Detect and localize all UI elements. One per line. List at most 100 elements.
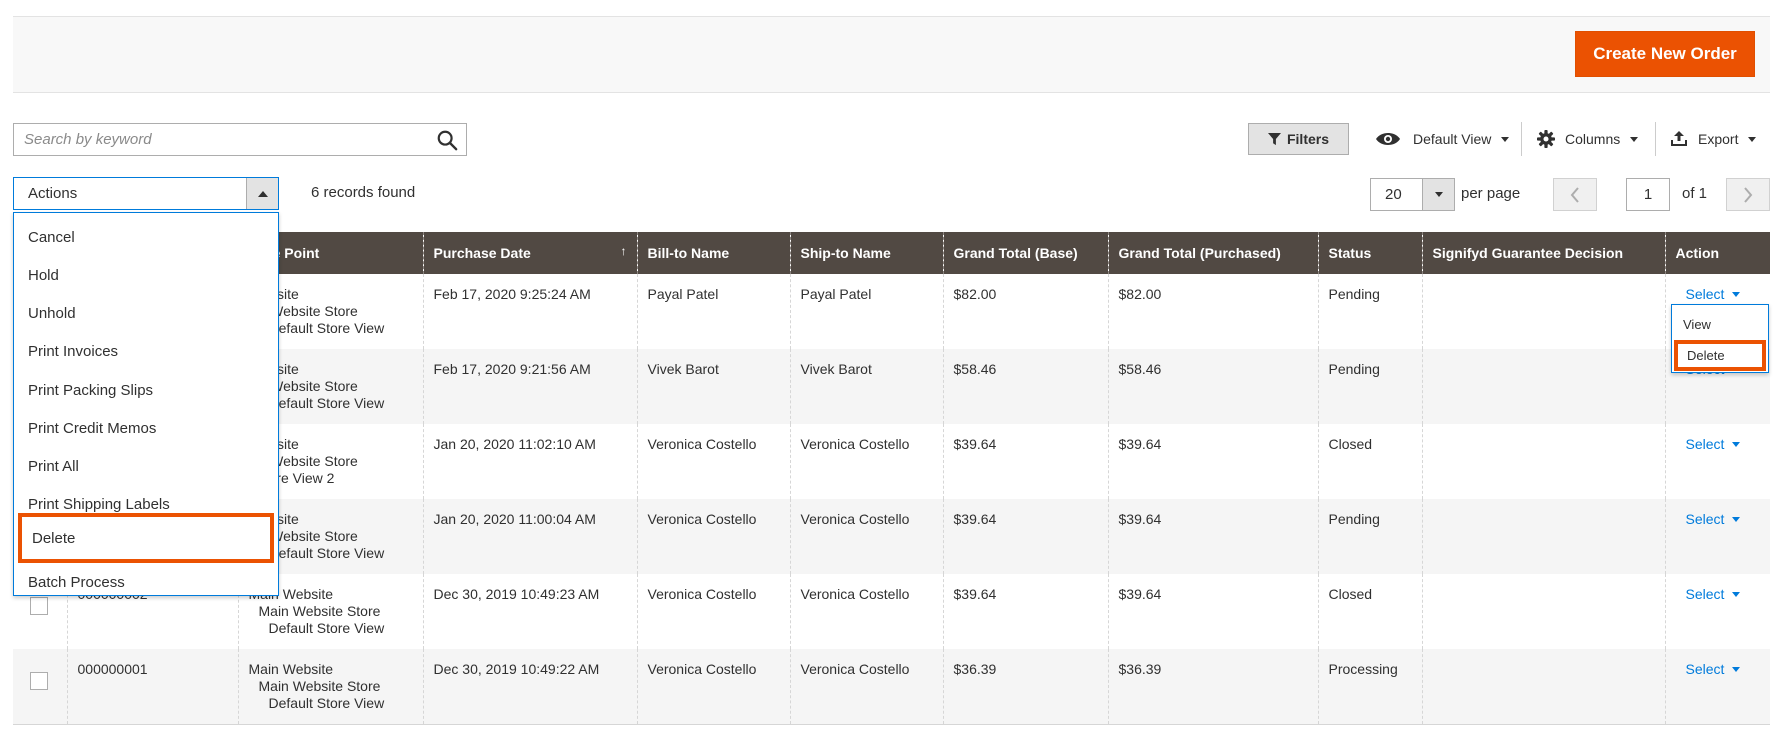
cell-action: Select (1664, 499, 1770, 574)
table-row[interactable]: 000000001 Main Website Main Website Store D… (13, 649, 1770, 725)
row-select-label: Select (1685, 586, 1725, 602)
purchase-point-view: Default Store View (268, 620, 385, 636)
eye-icon (1376, 133, 1400, 145)
mass-action-batch-process[interactable]: Batch Process (14, 563, 278, 601)
total-pages-label: of 1 (1682, 185, 1708, 202)
chevron-up-icon (257, 190, 268, 197)
row-action-view[interactable]: View (1672, 309, 1768, 339)
next-page-button[interactable] (1726, 178, 1770, 211)
cell-bill-to-name: Veronica Costello (636, 574, 790, 649)
row-checkbox[interactable] (30, 672, 48, 690)
cell-bill-to-name: Veronica Costello (636, 649, 790, 725)
page-actions-bar (13, 16, 1770, 93)
cell-signifyd (1421, 424, 1665, 499)
row-select-label: Select (1685, 286, 1725, 302)
chevron-right-icon (1744, 186, 1753, 203)
mass-action-unhold[interactable]: Unhold (14, 294, 278, 332)
column-header-purchase-date[interactable]: Purchase Date ↑ (422, 232, 637, 274)
toolbar-divider (1521, 122, 1522, 156)
search-box (13, 123, 467, 156)
row-select-action[interactable]: Select (1686, 586, 1741, 603)
search-input[interactable] (24, 124, 424, 155)
per-page-toggle[interactable] (1422, 179, 1454, 210)
mass-actions-menu: Cancel Hold Unhold Print Invoices Print Pack… (13, 212, 279, 596)
cell-grand-total-base: $58.46 (942, 349, 1108, 424)
column-header-ship-to-name[interactable]: Ship-to Name (789, 232, 943, 274)
sort-ascending-icon: ↑ (620, 244, 627, 258)
purchase-date-label: Purchase Date (433, 245, 531, 261)
mass-action-cancel[interactable]: Cancel (14, 218, 278, 256)
column-header-signifyd[interactable]: Signifyd Guarantee Decision (1421, 232, 1665, 274)
view-label: Default View (1413, 131, 1492, 147)
row-checkbox-cell (13, 649, 67, 725)
cell-ship-to-name: Veronica Costello (789, 424, 943, 499)
chevron-left-icon (1570, 186, 1579, 203)
cell-status: Pending (1317, 499, 1422, 574)
cell-bill-to-name: Veronica Costello (636, 424, 790, 499)
chevron-down-icon (1732, 292, 1741, 297)
previous-page-button[interactable] (1553, 178, 1597, 211)
row-select-action[interactable]: Select (1686, 436, 1741, 453)
cell-grand-total-base: $39.64 (942, 424, 1108, 499)
column-header-status[interactable]: Status (1317, 232, 1422, 274)
row-select-action[interactable]: Select (1686, 511, 1741, 528)
column-header-grand-total-base[interactable]: Grand Total (Base) (942, 232, 1108, 274)
search-icon[interactable] (436, 129, 458, 151)
view-switcher[interactable]: Default View (1375, 123, 1510, 155)
cell-ship-to-name: Veronica Costello (789, 649, 943, 725)
gear-icon (1537, 130, 1555, 148)
export-control[interactable]: Export (1670, 123, 1757, 155)
create-new-order-button[interactable]: Create New Order (1575, 31, 1755, 77)
chevron-down-icon (1732, 667, 1741, 672)
mass-action-hold[interactable]: Hold (14, 256, 278, 294)
columns-control[interactable]: Columns (1537, 123, 1639, 155)
cell-action: Select (1664, 424, 1770, 499)
cell-status: Pending (1317, 349, 1422, 424)
row-action-menu: View Delete (1671, 304, 1769, 373)
cell-ship-to-name: Vivek Barot (789, 349, 943, 424)
row-select-action[interactable]: Select (1686, 286, 1741, 303)
cell-grand-total-base: $82.00 (942, 274, 1108, 349)
cell-signifyd (1421, 349, 1665, 424)
cell-status: Processing (1317, 649, 1422, 725)
cell-signifyd (1421, 649, 1665, 725)
filters-button[interactable]: Filters (1248, 123, 1349, 155)
row-action-delete[interactable]: Delete (1674, 340, 1766, 371)
cell-grand-total-base: $39.64 (942, 499, 1108, 574)
cell-bill-to-name: Veronica Costello (636, 499, 790, 574)
purchase-point-view: Default Store View (268, 695, 385, 711)
cell-bill-to-name: Vivek Barot (636, 349, 790, 424)
cell-purchase-date: Dec 30, 2019 10:49:23 AM (422, 574, 637, 649)
mass-action-print-packing-slips[interactable]: Print Packing Slips (14, 371, 278, 409)
cell-grand-total-purchased: $39.64 (1107, 499, 1318, 574)
cell-grand-total-purchased: $39.64 (1107, 424, 1318, 499)
cell-ship-to-name: Payal Patel (789, 274, 943, 349)
mass-action-print-all[interactable]: Print All (14, 447, 278, 485)
per-page-select[interactable]: 20 (1370, 178, 1455, 211)
cell-purchase-date: Dec 30, 2019 10:49:22 AM (422, 649, 637, 725)
row-select-action[interactable]: Select (1686, 661, 1741, 678)
cell-signifyd (1421, 499, 1665, 574)
records-found: 6 records found (311, 184, 416, 201)
cell-status: Closed (1317, 424, 1422, 499)
mass-action-print-invoices[interactable]: Print Invoices (14, 332, 278, 370)
cell-purchase-date: Jan 20, 2020 11:02:10 AM (422, 424, 637, 499)
filter-icon (1267, 132, 1281, 145)
chevron-down-icon (1732, 592, 1741, 597)
cell-purchase-date: Jan 20, 2020 11:00:04 AM (422, 499, 637, 574)
mass-action-delete[interactable]: Delete (18, 513, 274, 563)
mass-action-print-credit-memos[interactable]: Print Credit Memos (14, 409, 278, 447)
mass-actions-toggle[interactable] (246, 178, 278, 209)
chevron-down-icon (1630, 136, 1639, 142)
column-header-grand-total-purchased[interactable]: Grand Total (Purchased) (1107, 232, 1318, 274)
chevron-down-icon (1732, 442, 1741, 447)
cell-grand-total-base: $36.39 (942, 649, 1108, 725)
cell-status: Pending (1317, 274, 1422, 349)
mass-actions-select[interactable]: Actions (13, 177, 279, 210)
cell-purchase-date: Feb 17, 2020 9:25:24 AM (422, 274, 637, 349)
page-number-input[interactable]: 1 (1626, 178, 1670, 211)
cell-purchase-point: Main Website Main Website Store Default St… (237, 649, 423, 725)
per-page-label: per page (1461, 185, 1521, 202)
column-header-bill-to-name[interactable]: Bill-to Name (636, 232, 790, 274)
cell-action: Select (1664, 649, 1770, 725)
